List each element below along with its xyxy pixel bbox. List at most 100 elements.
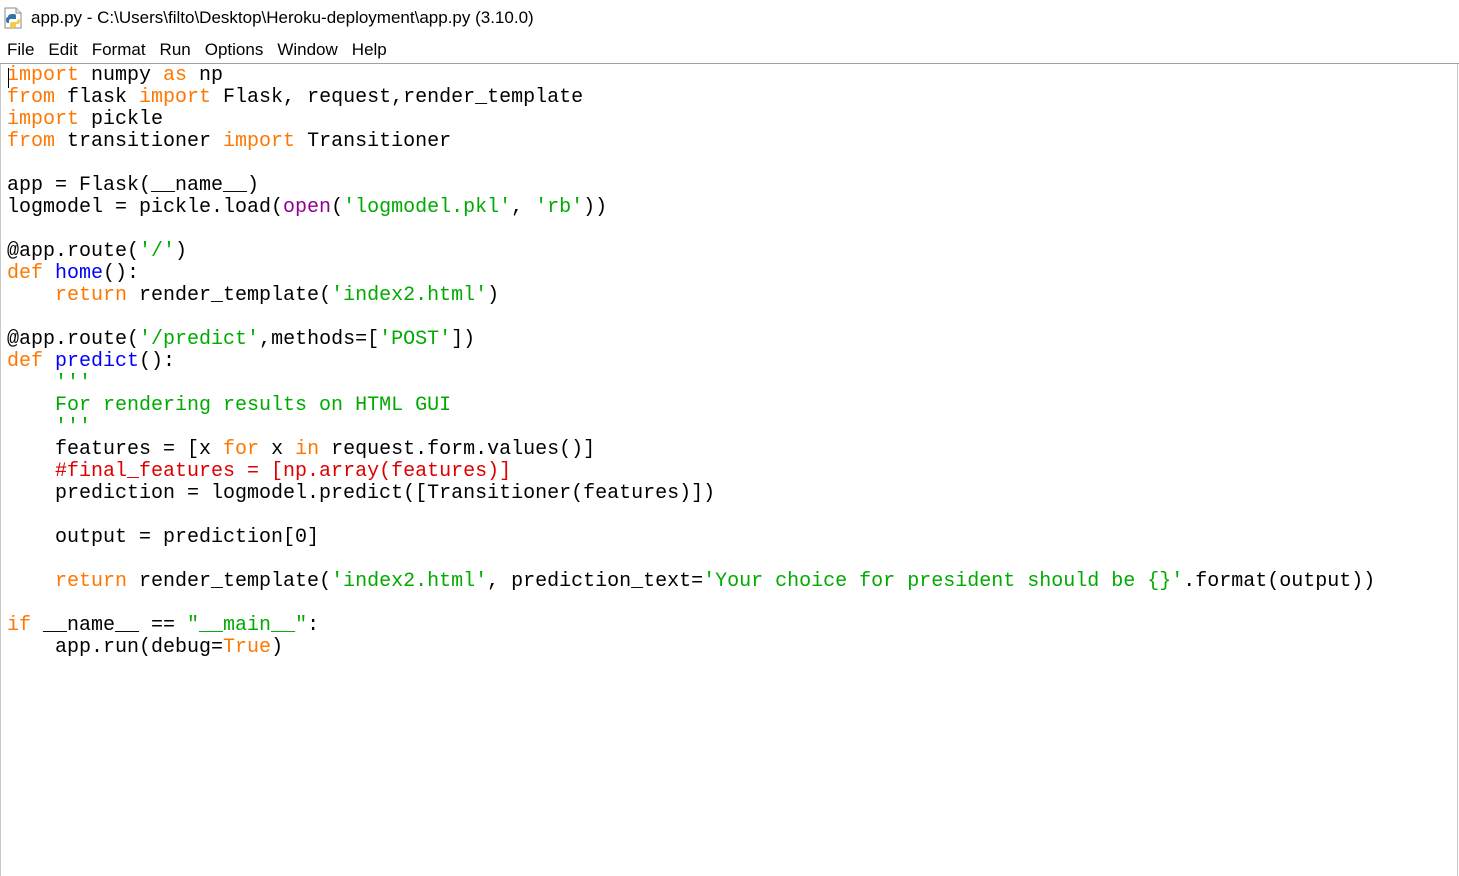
code-token: @app.route( bbox=[7, 240, 140, 263]
code-token: 'Your choice for president should be {}' bbox=[703, 570, 1184, 593]
code-line[interactable]: ​ bbox=[7, 549, 1375, 571]
code-line[interactable]: ''' bbox=[7, 417, 1375, 439]
code-token: as bbox=[163, 64, 188, 87]
code-token: import bbox=[7, 64, 80, 87]
code-token: from bbox=[7, 86, 56, 109]
code-token: for bbox=[223, 438, 260, 461]
code-token: (): bbox=[139, 350, 176, 373]
menu-run[interactable]: Run bbox=[153, 39, 198, 61]
code-token: import bbox=[7, 108, 80, 131]
code-token: , bbox=[511, 196, 536, 219]
code-token: '/predict' bbox=[139, 328, 260, 351]
code-token: x bbox=[259, 438, 296, 461]
code-token: __name__ == bbox=[31, 614, 188, 637]
code-token: app.run(debug= bbox=[7, 636, 224, 659]
code-token: ''' bbox=[55, 416, 92, 439]
code-token: 'index2.html' bbox=[331, 284, 488, 307]
code-token: Flask, request,render_template bbox=[211, 86, 584, 109]
code-token: , prediction_text= bbox=[487, 570, 704, 593]
menu-edit[interactable]: Edit bbox=[41, 39, 84, 61]
text-cursor bbox=[8, 68, 9, 88]
menu-bar: File Edit Format Run Options Window Help bbox=[0, 38, 394, 62]
title-bar[interactable]: app.py - C:\Users\filto\Desktop\Heroku-d… bbox=[0, 0, 1459, 36]
code-line[interactable]: @app.route('/') bbox=[7, 241, 1375, 263]
code-token: ) bbox=[271, 636, 284, 659]
code-token: flask bbox=[55, 86, 140, 109]
code-token: '/' bbox=[139, 240, 176, 263]
code-token: .format(output)) bbox=[1183, 570, 1376, 593]
code-token: np bbox=[187, 64, 224, 87]
code-line[interactable]: ​ bbox=[7, 307, 1375, 329]
code-line[interactable]: ​ bbox=[7, 219, 1375, 241]
code-line[interactable]: return render_template('index2.html') bbox=[7, 285, 1375, 307]
code-token: output = prediction[0] bbox=[7, 526, 320, 549]
code-line[interactable]: def predict(): bbox=[7, 351, 1375, 373]
code-token: render_template( bbox=[127, 570, 332, 593]
code-token: For rendering results on HTML GUI bbox=[55, 394, 452, 417]
idle-editor-window: app.py - C:\Users\filto\Desktop\Heroku-d… bbox=[0, 0, 1459, 876]
code-token: numpy bbox=[79, 64, 164, 87]
code-token: return bbox=[55, 570, 128, 593]
code-token: ]) bbox=[451, 328, 476, 351]
menu-help[interactable]: Help bbox=[345, 39, 394, 61]
code-token: prediction = logmodel.predict([Transitio… bbox=[7, 482, 716, 505]
code-line[interactable]: output = prediction[0] bbox=[7, 527, 1375, 549]
code-editor[interactable]: import numpy as np from flask import Flas… bbox=[0, 64, 1458, 876]
code-token: pickle bbox=[79, 108, 164, 131]
code-line[interactable]: def home(): bbox=[7, 263, 1375, 285]
code-line[interactable]: @app.route('/predict',methods=['POST']) bbox=[7, 329, 1375, 351]
code-token: if bbox=[7, 614, 32, 637]
code-token: ) bbox=[175, 240, 188, 263]
code-line[interactable]: #final_features = [np.array(features)] bbox=[7, 461, 1375, 483]
code-token: 'index2.html' bbox=[331, 570, 488, 593]
code-token: #final_features = [np.array(features)] bbox=[55, 460, 512, 483]
menu-window[interactable]: Window bbox=[270, 39, 344, 61]
code-token: from bbox=[7, 130, 56, 153]
code-token: features = [x bbox=[7, 438, 224, 461]
code-line[interactable]: ​ bbox=[7, 153, 1375, 175]
code-token: )) bbox=[583, 196, 608, 219]
code-line[interactable]: ​ bbox=[7, 505, 1375, 527]
python-file-icon bbox=[4, 7, 24, 29]
code-token: ( bbox=[331, 196, 344, 219]
code-line[interactable]: app.run(debug=True) bbox=[7, 637, 1375, 659]
code-token: transitioner bbox=[55, 130, 224, 153]
code-token: app = Flask(__name__) bbox=[7, 174, 260, 197]
code-line[interactable]: from flask import Flask, request,render_… bbox=[7, 87, 1375, 109]
code-line[interactable]: app = Flask(__name__) bbox=[7, 175, 1375, 197]
menu-file[interactable]: File bbox=[0, 39, 41, 61]
code-line[interactable]: features = [x for x in request.form.valu… bbox=[7, 439, 1375, 461]
code-token: return bbox=[55, 284, 128, 307]
code-token: def bbox=[7, 262, 44, 285]
code-line[interactable]: prediction = logmodel.predict([Transitio… bbox=[7, 483, 1375, 505]
code-line[interactable]: For rendering results on HTML GUI bbox=[7, 395, 1375, 417]
code-line[interactable]: ''' bbox=[7, 373, 1375, 395]
code-line[interactable]: return render_template('index2.html', pr… bbox=[7, 571, 1375, 593]
code-line[interactable]: logmodel = pickle.load(open('logmodel.pk… bbox=[7, 197, 1375, 219]
code-token: ) bbox=[487, 284, 500, 307]
code-line[interactable]: import numpy as np bbox=[7, 65, 1375, 87]
menu-format[interactable]: Format bbox=[85, 39, 153, 61]
code-token: Transitioner bbox=[295, 130, 452, 153]
code-token: predict bbox=[55, 350, 140, 373]
code-token: ,methods=[ bbox=[259, 328, 380, 351]
code-line[interactable]: import pickle bbox=[7, 109, 1375, 131]
code-token: : bbox=[307, 614, 320, 637]
code-token: request.form.values()] bbox=[319, 438, 596, 461]
code-text-area[interactable]: import numpy as np from flask import Flas… bbox=[7, 65, 1375, 659]
code-line[interactable]: if __name__ == "__main__": bbox=[7, 615, 1375, 637]
code-line[interactable]: ​ bbox=[7, 593, 1375, 615]
code-token: 'rb' bbox=[535, 196, 584, 219]
code-token: import bbox=[139, 86, 212, 109]
menu-options[interactable]: Options bbox=[198, 39, 271, 61]
code-token: ''' bbox=[55, 372, 92, 395]
code-token: render_template( bbox=[127, 284, 332, 307]
code-line[interactable]: from transitioner import Transitioner bbox=[7, 131, 1375, 153]
